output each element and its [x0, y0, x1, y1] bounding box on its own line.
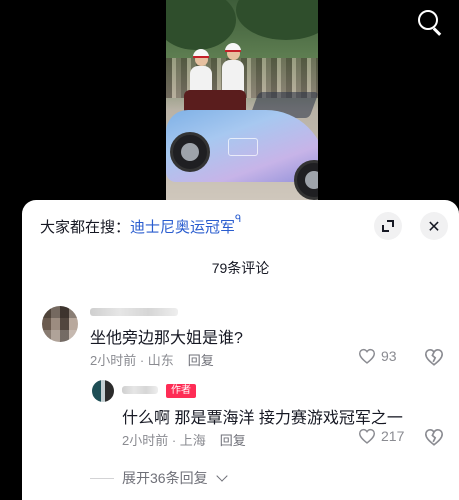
car-logo: [228, 138, 258, 156]
video-frame: [166, 0, 318, 200]
expand-panel-button[interactable]: [374, 212, 402, 240]
expand-replies-label: 展开36条回复: [122, 470, 208, 486]
trending-search-link[interactable]: 迪士尼奥运冠军: [130, 219, 235, 236]
reply-button[interactable]: 回复: [220, 433, 246, 448]
broken-heart-icon[interactable]: [424, 348, 444, 366]
tree-shape: [236, 0, 318, 40]
search-icon[interactable]: [414, 6, 446, 38]
username-blurred[interactable]: [122, 386, 158, 394]
divider-line: [90, 477, 114, 479]
chevron-down-icon: [215, 470, 228, 482]
reply-time-location: 2小时前 · 上海: [122, 433, 206, 448]
trending-search-prefix: 大家都在搜：: [40, 219, 131, 236]
username-blurred[interactable]: [90, 308, 178, 316]
tree-shape: [166, 0, 236, 50]
close-button[interactable]: ✕: [420, 212, 448, 240]
expand-icon: [382, 220, 394, 232]
like-count: 93: [381, 348, 397, 364]
search-small-icon: ᑫ: [235, 214, 242, 225]
video-player[interactable]: [0, 0, 459, 200]
comment-meta: 2小时前 · 山东 回复: [90, 350, 214, 369]
heart-icon: [358, 428, 376, 444]
reply-text: 什么啊 那是覃海洋 接力赛游戏冠军之一: [122, 410, 403, 427]
comment-time-location: 2小时前 · 山东: [90, 353, 174, 368]
comment-count: 79条评论: [211, 260, 270, 276]
avatar[interactable]: [92, 380, 114, 402]
like-count: 217: [381, 428, 405, 444]
close-icon: ✕: [427, 216, 441, 236]
avatar[interactable]: [42, 306, 78, 342]
reply-meta: 2小时前 · 上海 回复: [122, 430, 246, 449]
like-button[interactable]: 93: [358, 348, 397, 364]
trending-search-bar: 大家都在搜：迪士尼奥运冠军ᑫ: [40, 214, 242, 237]
reply-button[interactable]: 回复: [188, 353, 214, 368]
heart-icon: [358, 348, 376, 364]
expand-replies-button[interactable]: 展开36条回复: [90, 468, 228, 488]
comments-panel: 大家都在搜：迪士尼奥运冠军ᑫ ✕ 79条评论 坐他旁边那大姐是谁? 2小时前 ·…: [22, 200, 459, 500]
broken-heart-icon[interactable]: [424, 428, 444, 446]
comment-text: 坐他旁边那大姐是谁?: [90, 330, 243, 347]
car-wheel: [170, 132, 210, 172]
like-button[interactable]: 217: [358, 428, 404, 444]
author-badge: 作者: [166, 384, 196, 398]
